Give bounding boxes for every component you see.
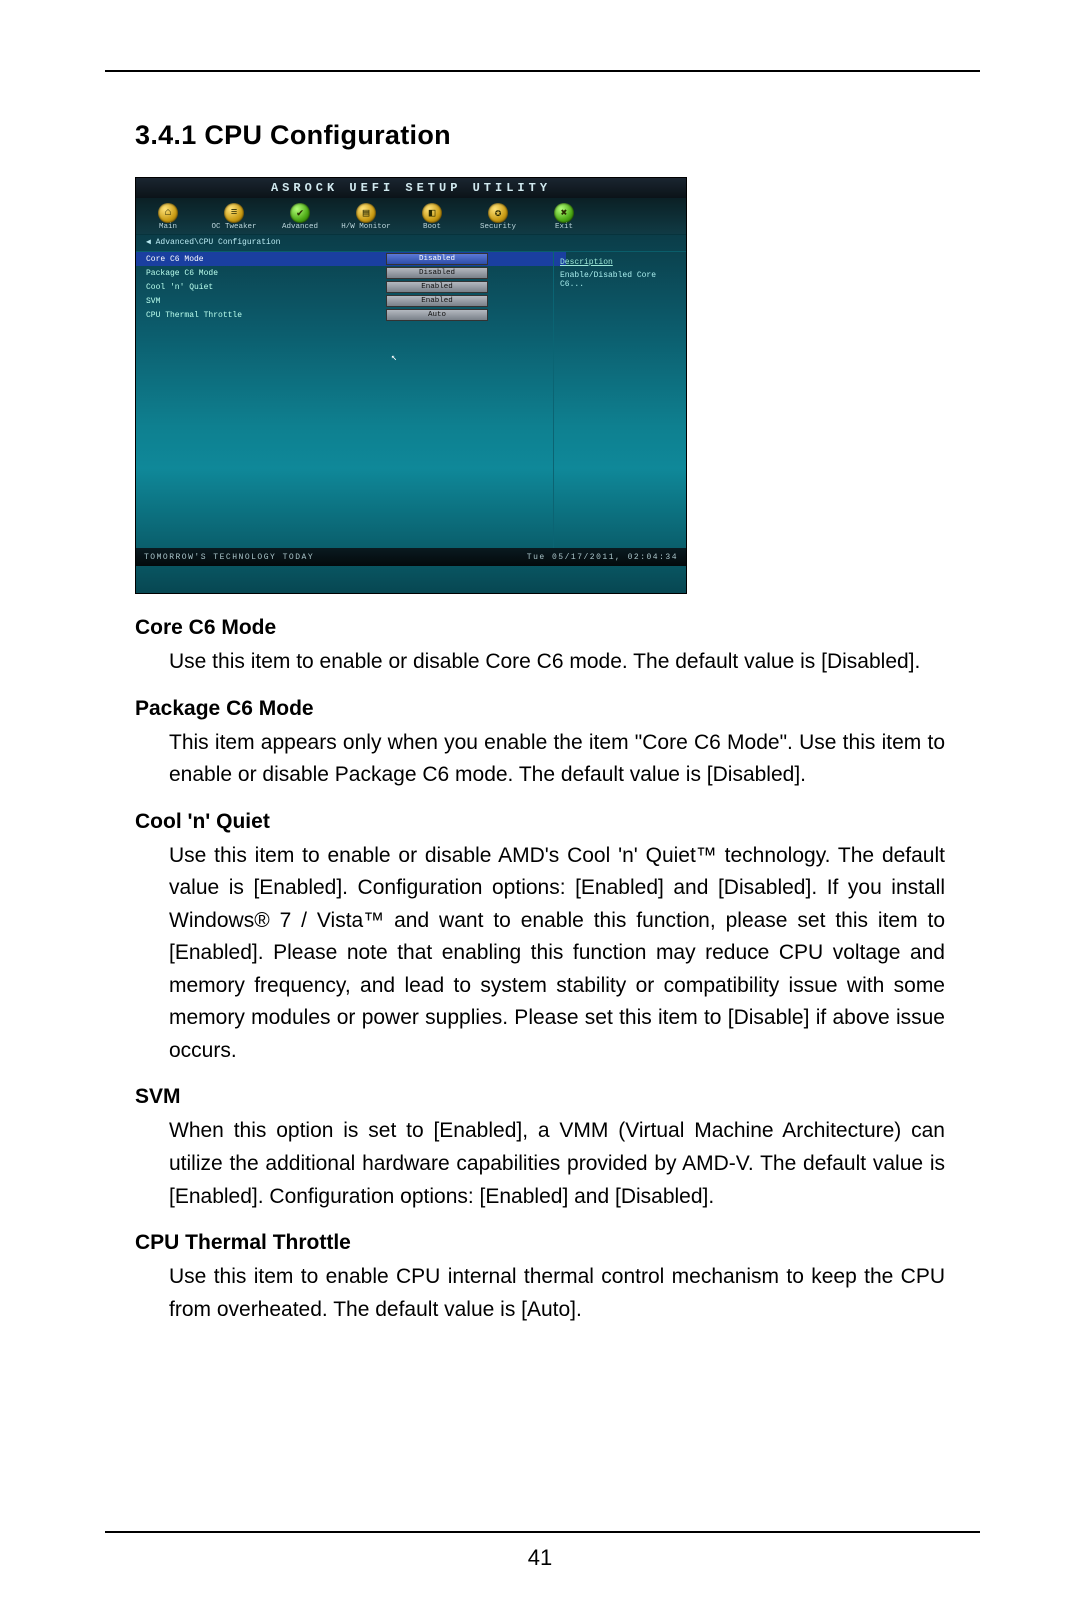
boot-icon: ◧	[422, 203, 442, 223]
document-page: 3.4.1 CPU Configuration ASROCK UEFI SETU…	[0, 0, 1080, 1619]
bios-value[interactable]: Auto	[386, 309, 488, 321]
bios-right-panel: Description Enable/Disabled Core C6...	[553, 252, 686, 566]
opt-desc: Use this item to enable or disable AMD's…	[169, 840, 945, 1068]
home-icon: ⌂	[158, 203, 178, 223]
opt-desc: When this option is set to [Enabled], a …	[169, 1115, 945, 1213]
bios-row-thermal[interactable]: CPU Thermal Throttle Auto	[136, 308, 566, 322]
bios-key: Core C6 Mode	[146, 255, 386, 264]
opt-title-core-c6: Core C6 Mode	[135, 616, 945, 640]
bios-desc-text: Enable/Disabled Core C6...	[560, 271, 680, 289]
nav-label: Security	[480, 223, 516, 231]
top-rule	[105, 70, 980, 72]
nav-oc-tweaker[interactable]: ≡ OC Tweaker	[208, 203, 260, 231]
opt-title-svm: SVM	[135, 1085, 945, 1109]
nav-label: OC Tweaker	[211, 223, 256, 231]
opt-desc: Use this item to enable or disable Core …	[169, 646, 945, 679]
cursor-icon: ↖	[391, 352, 397, 364]
security-icon: ✪	[488, 203, 508, 223]
opt-desc: Use this item to enable CPU internal the…	[169, 1261, 945, 1326]
hw-icon: ▤	[356, 203, 376, 223]
bios-desc-header: Description	[560, 258, 680, 267]
bios-key: CPU Thermal Throttle	[146, 311, 386, 320]
nav-boot[interactable]: ◧ Boot	[406, 203, 458, 231]
content: 3.4.1 CPU Configuration ASROCK UEFI SETU…	[135, 120, 945, 1326]
bios-row-svm[interactable]: SVM Enabled	[136, 294, 566, 308]
advanced-icon: ✔	[290, 203, 310, 223]
bios-nav: ⌂ Main ≡ OC Tweaker ✔ Advanced ▤ H/W Mon…	[136, 198, 686, 235]
nav-hw-monitor[interactable]: ▤ H/W Monitor	[340, 203, 392, 231]
bios-breadcrumb: ◀ Advanced\CPU Configuration	[136, 235, 686, 252]
bios-footer-right: Tue 05/17/2011, 02:04:34	[527, 553, 678, 562]
bios-header: ASROCK UEFI SETUP UTILITY	[136, 178, 686, 198]
opt-desc: This item appears only when you enable t…	[169, 727, 945, 792]
nav-label: Advanced	[282, 223, 318, 231]
bottom-rule	[105, 1531, 980, 1533]
bios-key: Package C6 Mode	[146, 269, 386, 278]
bios-body: Core C6 Mode Disabled Package C6 Mode Di…	[136, 252, 686, 566]
nav-label: H/W Monitor	[341, 223, 391, 231]
nav-advanced[interactable]: ✔ Advanced	[274, 203, 326, 231]
bios-key: Cool 'n' Quiet	[146, 283, 386, 292]
bios-row-core-c6[interactable]: Core C6 Mode Disabled	[136, 252, 566, 266]
nav-security[interactable]: ✪ Security	[472, 203, 524, 231]
opt-title-cool-n-quiet: Cool 'n' Quiet	[135, 810, 945, 834]
options: Core C6 Mode Use this item to enable or …	[135, 616, 945, 1326]
bios-value[interactable]: Disabled	[386, 253, 488, 265]
section-title: 3.4.1 CPU Configuration	[135, 120, 945, 151]
bios-screenshot: ASROCK UEFI SETUP UTILITY ⌂ Main ≡ OC Tw…	[135, 177, 687, 594]
opt-title-package-c6: Package C6 Mode	[135, 697, 945, 721]
nav-exit[interactable]: ✖ Exit	[538, 203, 590, 231]
bios-footer: TOMORROW'S TECHNOLOGY TODAY Tue 05/17/20…	[136, 548, 686, 566]
exit-icon: ✖	[554, 203, 574, 223]
bios-value[interactable]: Enabled	[386, 295, 488, 307]
bios-value[interactable]: Disabled	[386, 267, 488, 279]
nav-label: Main	[159, 223, 177, 231]
tweak-icon: ≡	[224, 203, 244, 223]
bios-footer-left: TOMORROW'S TECHNOLOGY TODAY	[144, 553, 314, 562]
nav-label: Exit	[555, 223, 573, 231]
bios-row-package-c6[interactable]: Package C6 Mode Disabled	[136, 266, 566, 280]
opt-title-thermal: CPU Thermal Throttle	[135, 1231, 945, 1255]
nav-main[interactable]: ⌂ Main	[142, 203, 194, 231]
bios-left-panel: Core C6 Mode Disabled Package C6 Mode Di…	[136, 252, 566, 566]
bios-value[interactable]: Enabled	[386, 281, 488, 293]
bios-key: SVM	[146, 297, 386, 306]
bios-row-cool-n-quiet[interactable]: Cool 'n' Quiet Enabled	[136, 280, 566, 294]
page-number: 41	[0, 1545, 1080, 1571]
nav-label: Boot	[423, 223, 441, 231]
